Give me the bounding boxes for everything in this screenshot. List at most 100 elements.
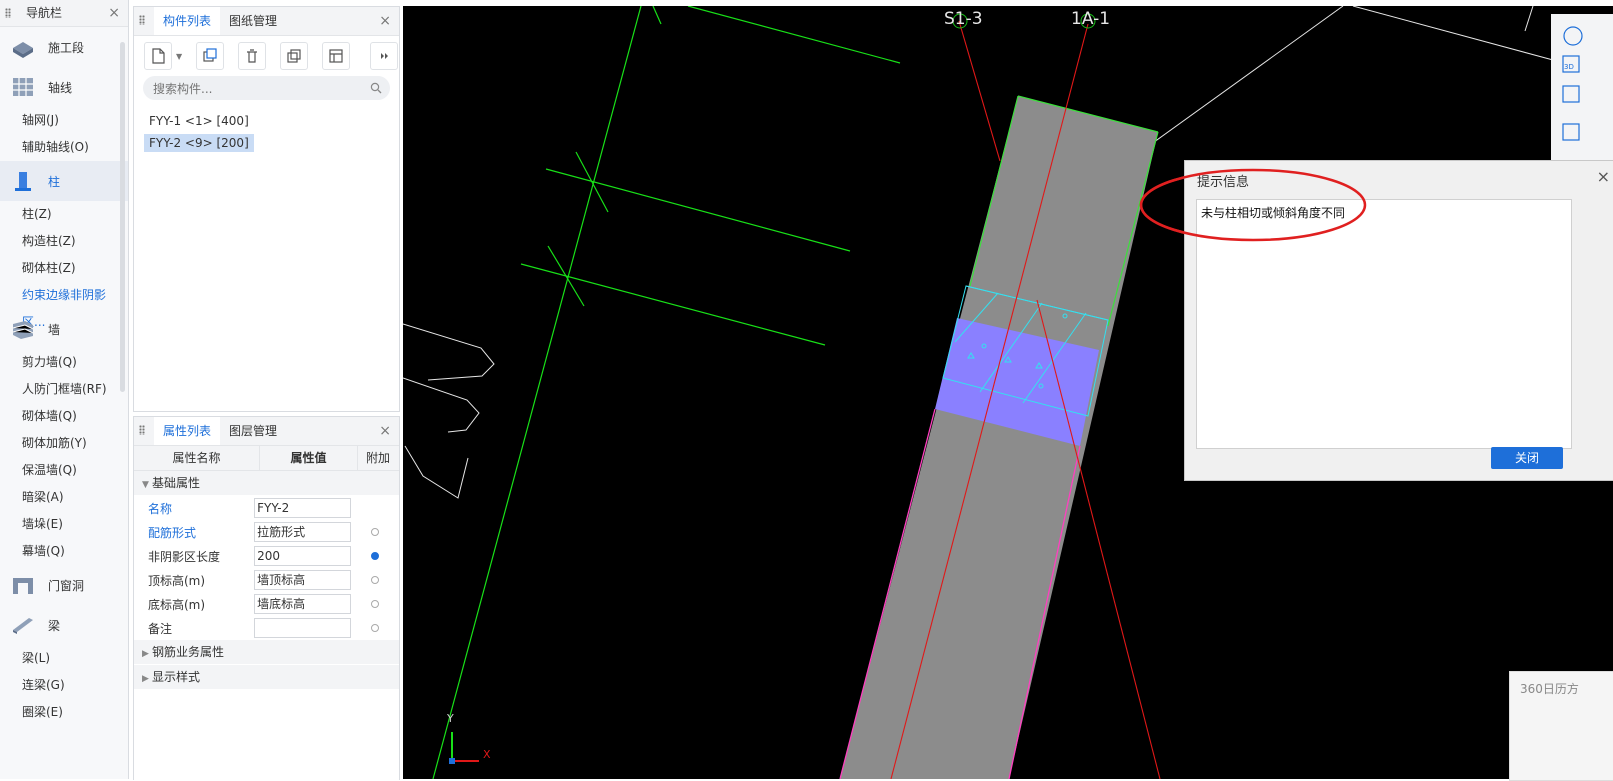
property-value-field[interactable] xyxy=(254,618,351,638)
nav-item[interactable]: 砌体墙(Q) xyxy=(0,403,128,430)
nav-header: 导航栏 × xyxy=(0,0,128,27)
property-extra xyxy=(351,621,399,635)
nav-list: 施工段轴线 轴网(J) 辅助轴线(O) 柱柱(Z) 构造柱(Z) 砌体柱(Z) 约束边缘非阴… xyxy=(0,27,128,726)
nav-category[interactable]: 施工段 xyxy=(0,27,128,67)
expand-right-icon: ▶ xyxy=(142,649,149,659)
nav-item[interactable]: 轴网(J) xyxy=(0,107,128,134)
nav-category-label: 柱 xyxy=(48,174,61,189)
expand-right-icon: ▶ xyxy=(142,674,149,684)
nav-category[interactable]: 门窗洞 xyxy=(0,565,128,605)
property-name: 名称 xyxy=(148,501,173,516)
tab-layer-management[interactable]: 图层管理 xyxy=(220,417,286,445)
coord-x-label: X xyxy=(483,748,491,761)
property-name: 备注 xyxy=(148,621,173,636)
drag-grip-icon[interactable] xyxy=(139,425,145,435)
extra-checkbox[interactable] xyxy=(370,624,379,632)
property-value-field[interactable]: FYY-2 xyxy=(254,498,351,518)
property-row: 顶标高(m) 墙顶标高 xyxy=(134,568,399,592)
dialog-close-button[interactable]: 关闭 xyxy=(1491,447,1563,469)
property-row: 配筋形式 拉筋形式 xyxy=(134,520,399,544)
nav-category-label: 门窗洞 xyxy=(48,578,85,593)
property-value-field[interactable]: 墙顶标高 xyxy=(254,570,351,590)
new-dropdown-icon[interactable]: ▼ xyxy=(176,52,182,61)
nav-title: 导航栏 xyxy=(26,6,63,20)
nav-category-label: 施工段 xyxy=(48,40,85,55)
nav-item[interactable]: 约束边缘非阴影区... xyxy=(0,282,128,329)
property-value-field[interactable]: 拉筋形式 xyxy=(254,522,351,542)
delete-component-button[interactable] xyxy=(238,42,267,70)
group-basic-properties[interactable]: ▼ 基础属性 xyxy=(134,471,399,496)
property-value-field[interactable]: 200 xyxy=(254,546,351,566)
property-close-icon[interactable]: × xyxy=(379,417,391,445)
search-input[interactable] xyxy=(143,76,355,102)
extra-checkbox[interactable] xyxy=(370,600,379,608)
table-settings-icon xyxy=(329,49,343,63)
expand-down-icon: ▼ xyxy=(142,480,149,490)
search-icon[interactable] xyxy=(370,82,382,94)
nav-category[interactable]: 轴线 xyxy=(0,67,128,107)
component-tabs: 构件列表 图纸管理 × xyxy=(134,7,399,36)
navigation-panel: 导航栏 × 施工段轴线 轴网(J) 辅助轴线(O) 柱柱(Z) 构造柱(Z) 砌体柱(Z)… xyxy=(0,0,129,779)
copy-component-button[interactable] xyxy=(196,42,225,70)
drag-grip-icon[interactable] xyxy=(5,8,11,18)
green-grid-lines xyxy=(432,6,901,779)
property-name: 顶标高(m) xyxy=(148,573,206,588)
layer-settings-button[interactable] xyxy=(322,42,351,70)
nav-item[interactable]: 暗梁(A) xyxy=(0,484,128,511)
svg-text:3D: 3D xyxy=(1564,63,1574,71)
dialog-message: 未与柱相切或倾斜角度不同 xyxy=(1201,206,1346,220)
property-extra xyxy=(351,549,399,563)
nav-item[interactable]: 砌体加筋(Y) xyxy=(0,430,128,457)
nav-item[interactable]: 人防门框墙(RF) xyxy=(0,376,128,403)
nav-item[interactable]: 梁(L) xyxy=(0,645,128,672)
nav-scrollbar[interactable] xyxy=(120,42,125,392)
nav-item[interactable]: 保温墙(Q) xyxy=(0,457,128,484)
dialog-close-icon[interactable]: × xyxy=(1597,167,1610,186)
property-value-field[interactable]: 墙底标高 xyxy=(254,594,351,614)
group-label: 钢筋业务属性 xyxy=(152,645,225,659)
more-button[interactable] xyxy=(370,42,399,70)
tab-property-list[interactable]: 属性列表 xyxy=(154,417,221,445)
notification-toast[interactable]: 360日历方 xyxy=(1509,671,1613,781)
beam-icon xyxy=(10,614,36,636)
extra-checkbox[interactable] xyxy=(370,576,379,584)
property-rows: 名称 FYY-2 配筋形式 拉筋形式 非阴影区长度 200 顶标高(m) 墙顶标高 底标高(m)… xyxy=(134,496,399,640)
extra-checkbox[interactable] xyxy=(370,528,379,536)
dialog-message-box: 未与柱相切或倾斜角度不同 xyxy=(1196,199,1572,449)
copy-layer-button[interactable] xyxy=(280,42,309,70)
group-rebar-properties[interactable]: ▶ 钢筋业务属性 xyxy=(134,640,399,665)
nav-item[interactable]: 连梁(G) xyxy=(0,672,128,699)
drag-grip-icon[interactable] xyxy=(139,15,145,25)
nav-item[interactable]: 圈梁(E) xyxy=(0,699,128,726)
nav-category-label: 墙 xyxy=(48,322,61,337)
nav-item[interactable]: 幕墙(Q) xyxy=(0,538,128,565)
group-display-style[interactable]: ▶ 显示样式 xyxy=(134,665,399,690)
property-row: 名称 FYY-2 xyxy=(134,496,399,520)
nav-category[interactable]: 梁 xyxy=(0,605,128,645)
nav-item[interactable]: 柱(Z) xyxy=(0,201,128,228)
property-row: 底标高(m) 墙底标高 xyxy=(134,592,399,616)
tab-component-list[interactable]: 构件列表 xyxy=(154,7,221,35)
nav-item[interactable]: 剪力墙(Q) xyxy=(0,349,128,376)
extra-checkbox[interactable] xyxy=(370,552,379,560)
nav-item[interactable]: 构造柱(Z) xyxy=(0,228,128,255)
new-component-button[interactable] xyxy=(144,42,172,70)
delete-icon xyxy=(247,49,258,63)
nav-item[interactable]: 砌体柱(Z) xyxy=(0,255,128,282)
nav-category[interactable]: 墙 xyxy=(0,309,128,349)
tab-drawing-management[interactable]: 图纸管理 xyxy=(220,7,286,35)
nav-item[interactable]: 辅助轴线(O) xyxy=(0,134,128,161)
nav-item[interactable]: 墙垛(E) xyxy=(0,511,128,538)
property-row: 非阴影区长度 200 xyxy=(134,544,399,568)
copy-icon xyxy=(203,48,217,62)
component-item-selected[interactable]: FYY-2 <9> [200] xyxy=(144,134,254,152)
more-arrows-icon xyxy=(381,53,389,59)
nav-close-icon[interactable]: × xyxy=(108,0,120,26)
coord-y-label: Y xyxy=(447,712,454,725)
nav-category-label: 梁 xyxy=(48,618,61,633)
stage-icon xyxy=(10,36,36,58)
component-close-icon[interactable]: × xyxy=(379,7,391,35)
nav-category[interactable]: 柱 xyxy=(0,161,128,201)
view-cube-icon[interactable]: 3D xyxy=(1551,14,1613,164)
component-list-panel: 构件列表 图纸管理 × ▼ FYY-1 <1> [400] FYY-2 <9> … xyxy=(133,6,400,412)
